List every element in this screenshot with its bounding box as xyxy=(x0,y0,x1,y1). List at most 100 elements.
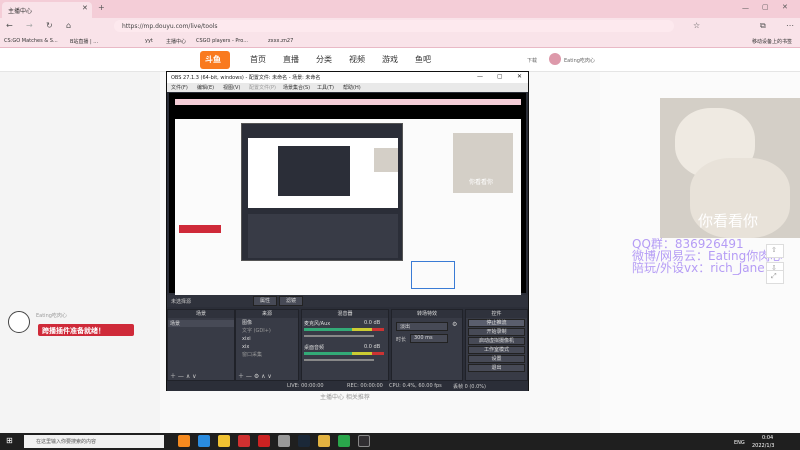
filters-button[interactable]: 滤镜 xyxy=(279,296,303,306)
mixer-meter xyxy=(304,328,384,331)
url-text: https://mp.douyu.com/live/tools xyxy=(122,23,218,30)
transition-settings-icon[interactable]: ⚙ xyxy=(452,321,457,328)
bookmark-item[interactable]: CSGO players - Pro... xyxy=(196,38,248,44)
home-icon[interactable]: ⌂ xyxy=(66,21,71,30)
app-icon[interactable] xyxy=(278,435,290,447)
nested-obs xyxy=(241,123,403,261)
new-tab-icon[interactable]: + xyxy=(98,3,105,12)
language-indicator[interactable]: ENG xyxy=(734,440,745,446)
nav-home[interactable]: 首页 xyxy=(250,54,266,65)
avatar[interactable] xyxy=(549,53,561,65)
menu-icon[interactable]: ⋯ xyxy=(786,21,794,30)
scene-add-icon[interactable]: ＋ — ∧ ∨ xyxy=(170,371,197,380)
minimize-icon[interactable]: — xyxy=(742,4,749,12)
firefox-icon[interactable] xyxy=(178,435,190,447)
obs-preview[interactable]: 你看看你 xyxy=(169,93,526,302)
bookmark-item[interactable]: CS:GO Matches & S... xyxy=(4,38,58,44)
obs-menu-profile[interactable]: 配置文件(P) xyxy=(249,84,276,91)
obs-menu-help[interactable]: 帮助(H) xyxy=(343,84,361,91)
clock-date[interactable]: 2022/1/3 xyxy=(752,443,774,449)
nav-video[interactable]: 视频 xyxy=(349,54,365,65)
obs-close-icon[interactable]: ✕ xyxy=(517,73,522,80)
source-item[interactable]: xixi xyxy=(236,335,298,343)
plugin-ready-badge: 跨播插件准备就绪！ xyxy=(38,324,134,336)
studio-mode-button[interactable]: 工作室模式 xyxy=(468,346,525,354)
obs-menu-edit[interactable]: 编辑(E) xyxy=(197,84,214,91)
preview-selection-box[interactable] xyxy=(411,261,455,289)
nav-fishbar[interactable]: 鱼吧 xyxy=(415,54,431,65)
clock-time[interactable]: 0:04 xyxy=(762,435,773,441)
bookmark-item[interactable]: yyt xyxy=(145,38,153,44)
obs-minimize-icon[interactable]: — xyxy=(477,73,483,80)
taskbar-search-placeholder: 在这里输入你要搜索的内容 xyxy=(36,439,97,445)
bookmark-item[interactable]: 主播中心 xyxy=(166,38,186,45)
side-button-expand[interactable]: ⤢ xyxy=(766,270,784,284)
source-add-icon[interactable]: ＋ — ⚙ ∧ ∨ xyxy=(238,371,272,380)
obs-title: OBS 27.1.3 (64-bit, windows) - 配置文件: 未命名… xyxy=(171,75,321,81)
nav-category[interactable]: 分类 xyxy=(316,54,332,65)
close-window-icon[interactable]: ✕ xyxy=(782,3,788,11)
obs-menubar: 文件(F) 编辑(E) 视图(V) 配置文件(P) 场景集合(S) 工具(T) … xyxy=(167,83,528,92)
start-recording-button[interactable]: 开始录制 xyxy=(468,328,525,336)
edge-icon[interactable] xyxy=(198,435,210,447)
obs-menu-file[interactable]: 文件(F) xyxy=(171,84,188,91)
app-icon[interactable] xyxy=(238,435,250,447)
nav-game[interactable]: 游戏 xyxy=(382,54,398,65)
status-cpu: CPU: 0.4%, 60.00 fps xyxy=(389,383,442,389)
obs-menu-view[interactable]: 视图(V) xyxy=(223,84,240,91)
sources-dock: 来源 图像 文字 (GDI+) xixi xix 窗口采集 ＋ — ⚙ ∧ ∨ xyxy=(235,309,299,381)
app-icon[interactable] xyxy=(318,435,330,447)
virtual-camera-button[interactable]: 启动虚拟摄像机 xyxy=(468,337,525,345)
collections-icon[interactable]: ⧉ xyxy=(760,21,766,31)
side-button-share[interactable]: ⇧ xyxy=(766,244,784,258)
duration-field[interactable]: 300 ms xyxy=(410,334,448,343)
download-link[interactable]: 下载 xyxy=(527,57,537,64)
refresh-icon[interactable]: ↻ xyxy=(46,21,53,30)
stop-streaming-button[interactable]: 停止推流 xyxy=(468,319,525,327)
transition-select[interactable]: 淡出 xyxy=(396,322,448,331)
forward-icon[interactable]: → xyxy=(26,21,33,30)
source-item[interactable]: 图像 xyxy=(236,319,298,327)
screen: { "browser": { "tab_title": "主播中心", "url… xyxy=(0,0,800,450)
explorer-icon[interactable] xyxy=(218,435,230,447)
bookmark-item[interactable]: zxxx.zn27 xyxy=(268,38,293,44)
settings-button[interactable]: 设置 xyxy=(468,355,525,363)
favorite-icon[interactable]: ☆ xyxy=(693,21,700,30)
app-icon[interactable] xyxy=(338,435,350,447)
back-icon[interactable]: ← xyxy=(6,21,13,30)
exit-button[interactable]: 退出 xyxy=(468,364,525,372)
plugin-small-text: Eating吃肉心 xyxy=(36,313,67,319)
nested-preview xyxy=(248,138,398,208)
plugin-avatar xyxy=(8,311,30,333)
nav-live[interactable]: 直播 xyxy=(283,54,299,65)
obs-menu-scene-collection[interactable]: 场景集合(S) xyxy=(283,84,310,91)
transitions-dock-title: 转场特效 xyxy=(392,310,462,318)
windows-start-icon[interactable]: ⊞ xyxy=(6,436,13,445)
obs-taskbar-icon[interactable] xyxy=(358,435,370,447)
netease-icon[interactable] xyxy=(258,435,270,447)
source-item[interactable]: 窗口采集 xyxy=(236,351,298,359)
source-item[interactable]: xix xyxy=(236,343,298,351)
obs-maximize-icon[interactable]: ▢ xyxy=(497,73,503,80)
scene-item[interactable]: 场景 xyxy=(168,320,234,327)
douyu-logo[interactable]: 斗鱼 xyxy=(200,51,230,69)
mobile-bookmarks[interactable]: 移动设备上的书签 xyxy=(752,38,792,45)
bookmark-item[interactable]: B站直播 | ... xyxy=(70,38,98,45)
steam-icon[interactable] xyxy=(298,435,310,447)
obs-window: OBS 27.1.3 (64-bit, windows) - 配置文件: 未命名… xyxy=(166,71,529,391)
taskbar-search[interactable]: 在这里输入你要搜索的内容 xyxy=(24,435,164,448)
properties-button[interactable]: 属性 xyxy=(253,296,277,306)
maximize-icon[interactable]: ▢ xyxy=(762,3,769,11)
obs-menu-tools[interactable]: 工具(T) xyxy=(317,84,334,91)
close-tab-icon[interactable]: ✕ xyxy=(82,4,88,12)
source-item[interactable]: 文字 (GDI+) xyxy=(236,327,298,335)
mixer-volume-slider[interactable] xyxy=(304,359,374,361)
nested-preview-inner xyxy=(278,146,350,196)
scenes-dock: 场景 场景 ＋ — ∧ ∨ xyxy=(167,309,235,381)
mixer-volume-slider[interactable] xyxy=(304,335,374,337)
sources-dock-title: 来源 xyxy=(236,310,298,318)
user-name[interactable]: Eating吃肉心 xyxy=(564,57,595,64)
url-field[interactable]: https://mp.douyu.com/live/tools xyxy=(114,20,674,32)
tab-active[interactable]: 主播中心 ✕ xyxy=(2,2,92,18)
preview-badge xyxy=(179,225,221,233)
